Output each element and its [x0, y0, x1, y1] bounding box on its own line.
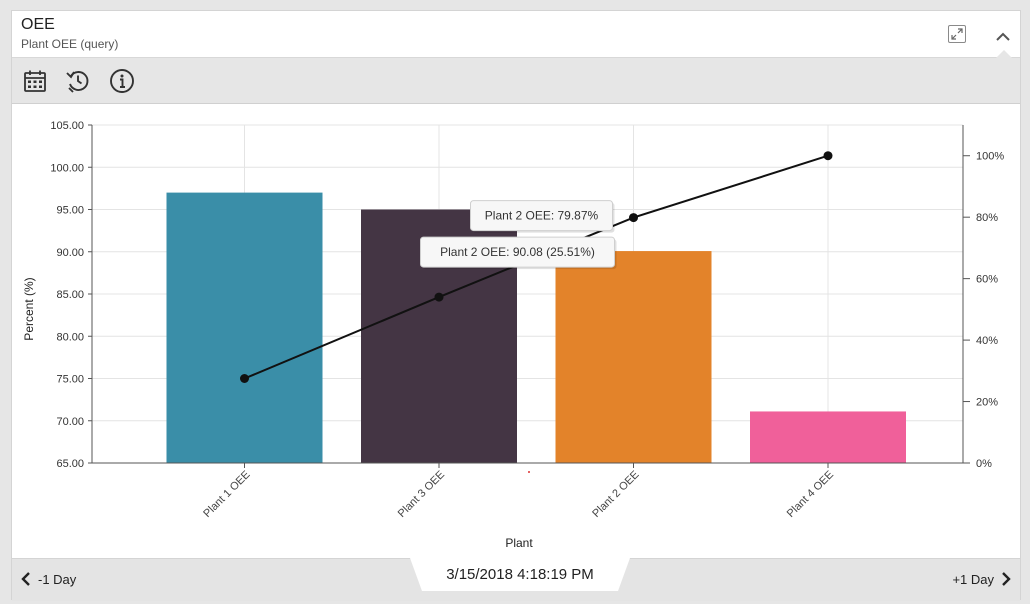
line-point	[240, 374, 249, 383]
oee-widget: OEE Plant OEE (query) 65.00 70.00 75.00 …	[11, 10, 1021, 601]
y-tick-label: 90.00	[56, 247, 84, 259]
time-navigation-bar: -1 Day 3/15/2018 4:18:19 PM +1 Day	[12, 558, 1020, 601]
y-tick-label: 85.00	[56, 289, 84, 301]
y2-tick-label: 40%	[976, 335, 998, 347]
tooltip-text: Plant 2 OEE: 79.87%	[485, 209, 599, 223]
y2-tick-label: 20%	[976, 397, 998, 409]
y-tick-label: 80.00	[56, 331, 84, 343]
date-tab[interactable]: 3/15/2018 4:18:19 PM	[410, 558, 630, 591]
x-tick-label: Plant 3 OEE	[396, 469, 447, 520]
tooltip: Plant 2 OEE: 79.87%	[470, 200, 615, 233]
bar	[750, 411, 906, 463]
line-point	[629, 213, 638, 223]
y-tick-label: 105.00	[50, 120, 84, 132]
line-point	[434, 292, 444, 302]
y2-tick-label: 0%	[976, 458, 992, 470]
bar	[555, 251, 712, 463]
next-day-button[interactable]: +1 Day	[952, 571, 1012, 587]
tooltip: Plant 2 OEE: 90.08 (25.51%)	[420, 236, 617, 270]
previous-day-button[interactable]: -1 Day	[20, 571, 76, 587]
y-tick-label: 70.00	[56, 416, 84, 428]
x-tick-label: Plant 2 OEE	[590, 469, 641, 520]
y2-tick-label: 80%	[976, 212, 998, 224]
x-axis-label: Plant	[505, 536, 533, 550]
x-tick-label: Plant 1 OEE	[201, 469, 252, 520]
current-datetime: 3/15/2018 4:18:19 PM	[446, 566, 594, 583]
y-axis-label: Percent (%)	[22, 277, 36, 340]
previous-day-label: -1 Day	[38, 571, 77, 587]
chevron-left-icon	[21, 572, 30, 586]
y2-tick-label: 100%	[976, 151, 1004, 163]
y-tick-label: 100.00	[50, 162, 84, 174]
bar	[166, 192, 323, 463]
chevron-right-icon	[1002, 572, 1011, 586]
y-tick-label: 75.00	[56, 374, 84, 386]
y2-tick-label: 60%	[976, 274, 998, 286]
chart-area: 65.00 70.00 75.00 80.00 85.00 90.00 95.00 100.0…	[12, 104, 1020, 557]
pareto-chart: 65.00 70.00 75.00 80.00 85.00 90.00 95.00 100.0…	[22, 120, 1004, 550]
y-tick-label: 65.00	[56, 458, 84, 470]
x-tick-label: Plant 4 OEE	[785, 469, 836, 520]
y-tick-label: 95.00	[56, 205, 84, 217]
next-day-label: +1 Day	[952, 571, 994, 587]
line-point	[823, 151, 833, 161]
tooltip-text: Plant 2 OEE: 90.08 (25.51%)	[440, 245, 595, 259]
marker-dot	[528, 471, 530, 473]
